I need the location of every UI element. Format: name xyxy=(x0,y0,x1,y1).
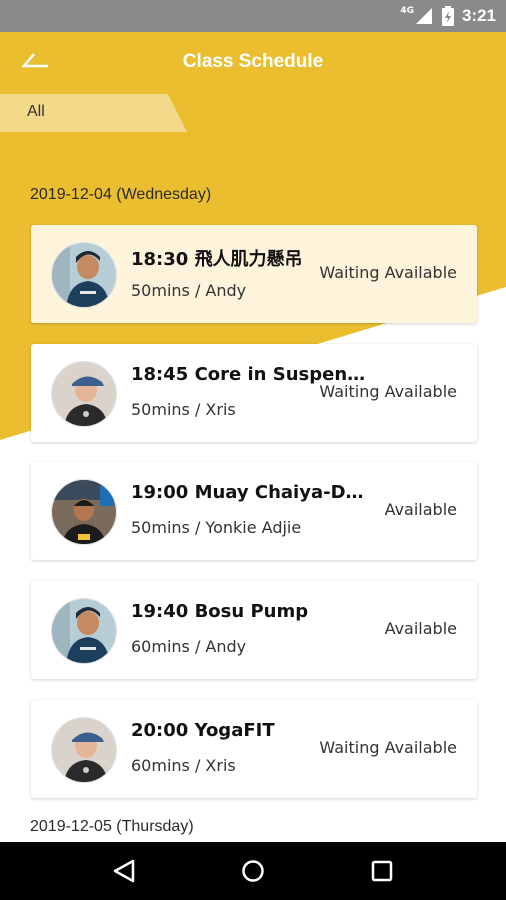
battery-charging-icon xyxy=(441,6,454,26)
date-header: 2019-12-05 (Thursday) xyxy=(30,818,194,835)
class-card[interactable]: 20:00 YogaFIT 60mins / Xris Waiting Avai… xyxy=(31,700,477,798)
nav-home-icon[interactable] xyxy=(233,851,273,891)
status-bar: 4G 3:21 xyxy=(0,0,506,32)
class-name: 19:00 Muay Chaiya-Defence xyxy=(131,482,371,503)
availability-status: Waiting Available xyxy=(319,263,457,282)
class-duration-instructor: 60mins / Andy xyxy=(131,637,247,656)
availability-status: Waiting Available xyxy=(319,382,457,401)
class-duration-instructor: 50mins / Xris xyxy=(131,400,236,419)
date-header: 2019-12-04 (Wednesday) xyxy=(30,186,212,203)
instructor-avatar xyxy=(51,598,117,664)
class-duration-instructor: 60mins / Xris xyxy=(131,756,236,775)
instructor-avatar xyxy=(51,479,117,545)
instructor-avatar xyxy=(51,717,117,783)
class-card[interactable]: 19:40 Bosu Pump 60mins / Andy Available xyxy=(31,581,477,679)
page-title: Class Schedule xyxy=(182,51,324,72)
filter-tab-all[interactable]: All xyxy=(0,94,187,132)
class-name: 19:40 Bosu Pump xyxy=(131,601,309,622)
availability-status: Waiting Available xyxy=(319,738,457,757)
network-type: 4G xyxy=(400,6,414,16)
clock: 3:21 xyxy=(461,6,496,25)
availability-status: Available xyxy=(384,500,457,519)
class-card[interactable]: 18:30 飛人肌力懸吊 50mins / Andy Waiting Avail… xyxy=(31,225,477,323)
nav-back-icon[interactable] xyxy=(104,851,144,891)
system-nav-bar xyxy=(0,842,506,900)
cell-signal-icon xyxy=(415,8,432,24)
back-icon[interactable] xyxy=(20,50,50,74)
app-bar: Class Schedule xyxy=(0,32,506,92)
instructor-avatar xyxy=(51,242,117,308)
class-duration-instructor: 50mins / Andy xyxy=(131,281,247,300)
filter-tab-label: All xyxy=(27,103,45,120)
class-card[interactable]: 18:45 Core in Suspension 50mins / Xris W… xyxy=(31,344,477,442)
class-card[interactable]: 19:00 Muay Chaiya-Defence 50mins / Yonki… xyxy=(31,462,477,560)
availability-status: Available xyxy=(384,619,457,638)
instructor-avatar xyxy=(51,361,117,427)
class-duration-instructor: 50mins / Yonkie Adjie xyxy=(131,518,302,537)
nav-recents-icon[interactable] xyxy=(362,851,402,891)
